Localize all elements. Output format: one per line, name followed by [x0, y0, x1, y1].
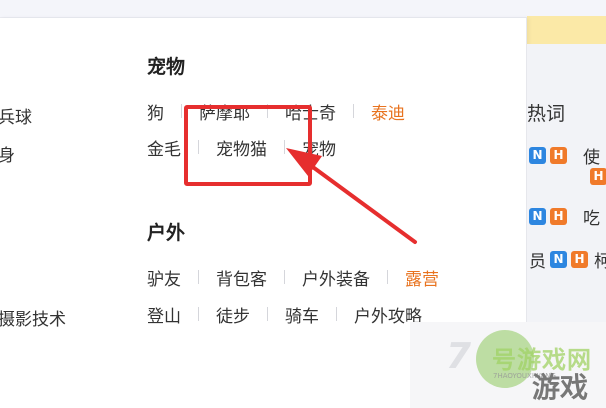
tag-link[interactable]: 骑车: [285, 302, 319, 327]
tag-separator: [387, 270, 388, 284]
new-badge: N: [529, 146, 546, 164]
hot-badge: H: [590, 167, 606, 185]
hot-word-row[interactable]: 员 N H 柯: [529, 247, 606, 272]
top-bar-highlight: [527, 16, 606, 44]
hot-word-text[interactable]: 柯: [594, 247, 606, 272]
hot-word-badge-row: H: [590, 166, 606, 186]
top-bar: [0, 0, 606, 18]
sidebar-item-fragment-2[interactable]: 身: [0, 141, 15, 166]
tag-row-outdoor-1: 驴友 背包客 户外装备 露营: [147, 265, 439, 290]
tag-separator: [267, 307, 268, 321]
watermark-number: 7: [446, 336, 472, 377]
hot-word-text[interactable]: 使: [583, 143, 600, 168]
tag-link[interactable]: 户外装备: [302, 265, 370, 290]
hot-words-title: 热词: [527, 103, 566, 125]
tag-row-outdoor-2: 登山 徒步 骑车 户外攻略: [147, 302, 422, 327]
tag-separator: [284, 270, 285, 284]
tag-link[interactable]: 背包客: [216, 265, 267, 290]
annotation-arrow-icon: [286, 148, 417, 244]
watermark-game-text: 游戏: [532, 371, 589, 404]
new-badge: N: [550, 250, 567, 268]
hot-word-text[interactable]: 吃: [583, 204, 600, 229]
hot-badge: H: [550, 207, 567, 225]
sidebar-item-fragment-3[interactable]: 摄影技术: [0, 305, 66, 330]
tag-separator: [198, 270, 199, 284]
tag-separator: [198, 307, 199, 321]
tag-link[interactable]: 狗: [147, 99, 164, 124]
new-badge: N: [529, 207, 546, 225]
category-title-outdoor: 户外: [147, 222, 186, 244]
tag-link[interactable]: 金毛: [147, 135, 181, 160]
category-title-pets: 宠物: [147, 56, 186, 78]
hot-badge: H: [550, 146, 567, 164]
tag-link[interactable]: 驴友: [147, 265, 181, 290]
tag-separator: [181, 104, 182, 118]
tag-link-hot[interactable]: 泰迪: [371, 99, 405, 124]
tag-separator: [353, 104, 354, 118]
tag-link-hot[interactable]: 露营: [405, 265, 439, 290]
tag-link[interactable]: 徒步: [216, 302, 250, 327]
hot-word-row[interactable]: N H 吃: [529, 204, 600, 229]
hot-badge: H: [571, 250, 588, 268]
hot-word-row[interactable]: N H 使: [529, 143, 600, 168]
hot-word-prefix[interactable]: 员: [529, 247, 546, 272]
tag-separator: [336, 307, 337, 321]
tag-link[interactable]: 登山: [147, 302, 181, 327]
sidebar-item-fragment-1[interactable]: 兵球: [0, 103, 32, 128]
